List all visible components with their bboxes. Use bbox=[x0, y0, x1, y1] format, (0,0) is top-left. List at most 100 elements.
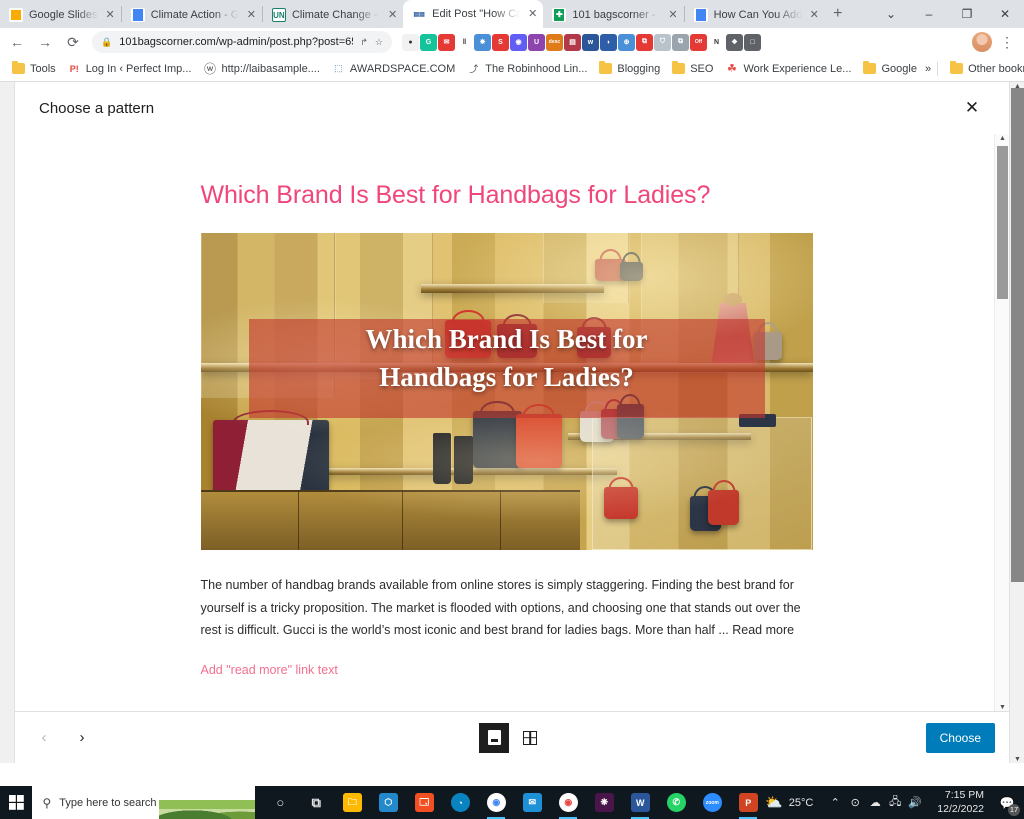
single-pane-view-button[interactable] bbox=[479, 722, 509, 753]
bookmark-item[interactable]: Blogging bbox=[593, 60, 666, 77]
tab-close-icon[interactable]: ✕ bbox=[388, 9, 397, 21]
page-scrollbar[interactable]: ▲ ▼ bbox=[1009, 82, 1024, 763]
pattern-preview[interactable]: Which Brand Is Best for Handbags for Lad… bbox=[199, 180, 813, 711]
maple-icon: ☘ bbox=[727, 63, 737, 75]
taskbar-clock[interactable]: 7:15 PM 12/2/2022 bbox=[931, 789, 990, 815]
off-toggle-extension[interactable]: Off bbox=[690, 33, 707, 51]
sidepanel-icon[interactable]: □ bbox=[744, 33, 761, 51]
maximize-button[interactable]: ❐ bbox=[948, 0, 986, 28]
minimize-button[interactable]: – bbox=[910, 0, 948, 28]
next-pattern-icon[interactable]: › bbox=[67, 723, 97, 753]
weather-widget[interactable]: ⛅ 25°C bbox=[765, 794, 819, 811]
bookmark-item[interactable]: ⤴ The Robinhood Lin... bbox=[461, 60, 593, 77]
tab-close-icon[interactable]: ✕ bbox=[528, 8, 537, 20]
cortana-icon[interactable]: ○ bbox=[263, 786, 297, 819]
tab-close-icon[interactable]: ✕ bbox=[810, 9, 819, 21]
new-tab-button[interactable]: + bbox=[825, 1, 851, 27]
bookmark-item[interactable]: ⓦ http://laibasample.... bbox=[197, 60, 325, 77]
tab-close-icon[interactable]: ✕ bbox=[106, 9, 115, 21]
bookmark-item[interactable]: P! Log In ‹ Perfect Imp... bbox=[62, 60, 198, 77]
chrome-icon[interactable]: ◉ bbox=[479, 786, 513, 819]
similarweb-extension[interactable]: ▤ bbox=[564, 33, 581, 51]
hootsuite-extension[interactable]: ‖ bbox=[456, 33, 473, 51]
tab-title: Edit Post "How Can bbox=[432, 8, 521, 20]
bookmark-star-icon[interactable]: ☆ bbox=[375, 37, 383, 48]
address-bar[interactable]: 🔒 101bagscorner.com/wp-admin/post.php?po… bbox=[92, 31, 392, 53]
seo-sparkle-extension[interactable]: ✸ bbox=[474, 33, 491, 51]
microsoft-store-icon[interactable]: 🗔 bbox=[407, 786, 441, 819]
start-button[interactable] bbox=[0, 786, 32, 819]
bookmark-item[interactable]: ☘ Work Experience Le... bbox=[719, 60, 857, 77]
modal-scrollbar[interactable]: ▲ ▼ bbox=[994, 134, 1009, 711]
search-placeholder: Type here to search bbox=[59, 796, 157, 809]
action-center-icon[interactable]: 💬 17 bbox=[996, 792, 1020, 816]
page-scroll-down-arrow[interactable]: ▼ bbox=[1010, 755, 1024, 763]
shield-extension[interactable]: ⛉ bbox=[654, 33, 671, 51]
file-explorer-icon[interactable]: 🗀 bbox=[335, 786, 369, 819]
grid-view-button[interactable] bbox=[515, 723, 545, 753]
bookmark-item[interactable]: Tools bbox=[6, 60, 62, 77]
extensions-puzzle-icon[interactable]: ❖ bbox=[726, 33, 743, 51]
word-extension[interactable]: w bbox=[582, 33, 599, 51]
copy-extension[interactable]: ⧉ bbox=[672, 33, 689, 51]
word-icon[interactable]: W bbox=[623, 786, 657, 819]
close-window-button[interactable]: ✕ bbox=[986, 0, 1024, 28]
desc-extension[interactable]: desc bbox=[546, 33, 563, 51]
share-icon[interactable]: ↱ bbox=[360, 37, 368, 48]
loom-extension[interactable]: ◉ bbox=[510, 33, 527, 51]
onedrive-icon[interactable]: ☁ bbox=[865, 786, 885, 819]
browser-tab[interactable]: How Can You Add a ✕ bbox=[685, 2, 825, 28]
taskbar-search[interactable]: ⚲ Type here to search bbox=[32, 786, 256, 819]
read-more-link[interactable]: Add "read more" link text bbox=[201, 663, 811, 677]
adblock-extension[interactable]: ⧉ bbox=[636, 33, 653, 51]
modal-header: Choose a pattern ✕ bbox=[15, 82, 1009, 134]
show-hidden-icons[interactable]: ⌃ bbox=[825, 786, 845, 819]
scroll-up-arrow[interactable]: ▲ bbox=[995, 134, 1009, 142]
bookmark-item[interactable]: SEO bbox=[666, 60, 719, 77]
reload-icon[interactable]: ⟳ bbox=[60, 30, 86, 54]
bookmark-item[interactable]: Google bbox=[857, 60, 922, 77]
task-view-icon[interactable]: ⧉ bbox=[299, 786, 333, 819]
notion-extension[interactable]: N bbox=[708, 33, 725, 51]
forward-icon[interactable]: → bbox=[32, 30, 58, 54]
folder-icon bbox=[12, 61, 25, 75]
choose-button[interactable]: Choose bbox=[925, 722, 995, 753]
powerpoint-icon[interactable]: P bbox=[731, 786, 765, 819]
rss-extension[interactable]: ⊕ bbox=[618, 33, 635, 51]
tab-search-button[interactable]: ⌄ bbox=[872, 0, 910, 28]
browser-tab[interactable]: Google Slides ✕ bbox=[0, 2, 121, 28]
tab-close-icon[interactable]: ✕ bbox=[247, 9, 256, 21]
network-icon[interactable]: 🖧 bbox=[885, 786, 905, 819]
bookmarks-overflow-button[interactable]: » bbox=[925, 63, 931, 75]
seoquake-extension[interactable]: S bbox=[492, 33, 509, 51]
zoom-icon[interactable]: zoom bbox=[695, 786, 729, 819]
browser-tab[interactable]: ▤▤ Edit Post "How Can ✕ bbox=[403, 0, 544, 28]
scroll-down-arrow[interactable]: ▼ bbox=[995, 703, 1009, 711]
mail-icon[interactable]: ✉ bbox=[515, 786, 549, 819]
browser-tab[interactable]: UN Climate Change - U ✕ bbox=[263, 2, 403, 28]
microsoft-edge-icon[interactable]: ◔ bbox=[443, 786, 477, 819]
close-icon[interactable]: ✕ bbox=[955, 91, 989, 125]
camera-tray-icon[interactable]: ⊙ bbox=[845, 786, 865, 819]
browser-tab[interactable]: ✚ 101 bagscorner - G ✕ bbox=[543, 2, 683, 28]
vscode-icon[interactable]: ⬡ bbox=[371, 786, 405, 819]
page-scroll-thumb[interactable] bbox=[1011, 88, 1024, 582]
grammarly-g-extension[interactable]: G bbox=[420, 33, 437, 51]
slack-icon[interactable]: ❋ bbox=[587, 786, 621, 819]
mail-checker-extension[interactable]: ✉ bbox=[438, 33, 455, 51]
browser-menu-icon[interactable]: ⋮ bbox=[994, 30, 1020, 54]
browser-tab[interactable]: Climate Action - Go ✕ bbox=[122, 2, 262, 28]
back-icon[interactable]: ← bbox=[4, 30, 30, 54]
modal-scroll-thumb[interactable] bbox=[997, 146, 1008, 299]
previous-pattern-icon[interactable]: ‹ bbox=[29, 723, 59, 753]
grammarly-alt-extension[interactable]: ◗ bbox=[600, 33, 617, 51]
profile-avatar[interactable] bbox=[972, 32, 992, 52]
grammarly-extension[interactable]: ● bbox=[402, 33, 419, 51]
other-bookmarks-button[interactable]: Other bookmarks bbox=[944, 60, 1024, 77]
chrome-profile-icon[interactable]: ◉ bbox=[551, 786, 585, 819]
tab-close-icon[interactable]: ✕ bbox=[668, 9, 677, 21]
whatsapp-icon[interactable]: ✆ bbox=[659, 786, 693, 819]
volume-icon[interactable]: 🔊 bbox=[905, 786, 925, 819]
ubersuggest-extension[interactable]: U bbox=[528, 33, 545, 51]
bookmark-item[interactable]: ⬚ AWARDSPACE.COM bbox=[326, 60, 461, 77]
